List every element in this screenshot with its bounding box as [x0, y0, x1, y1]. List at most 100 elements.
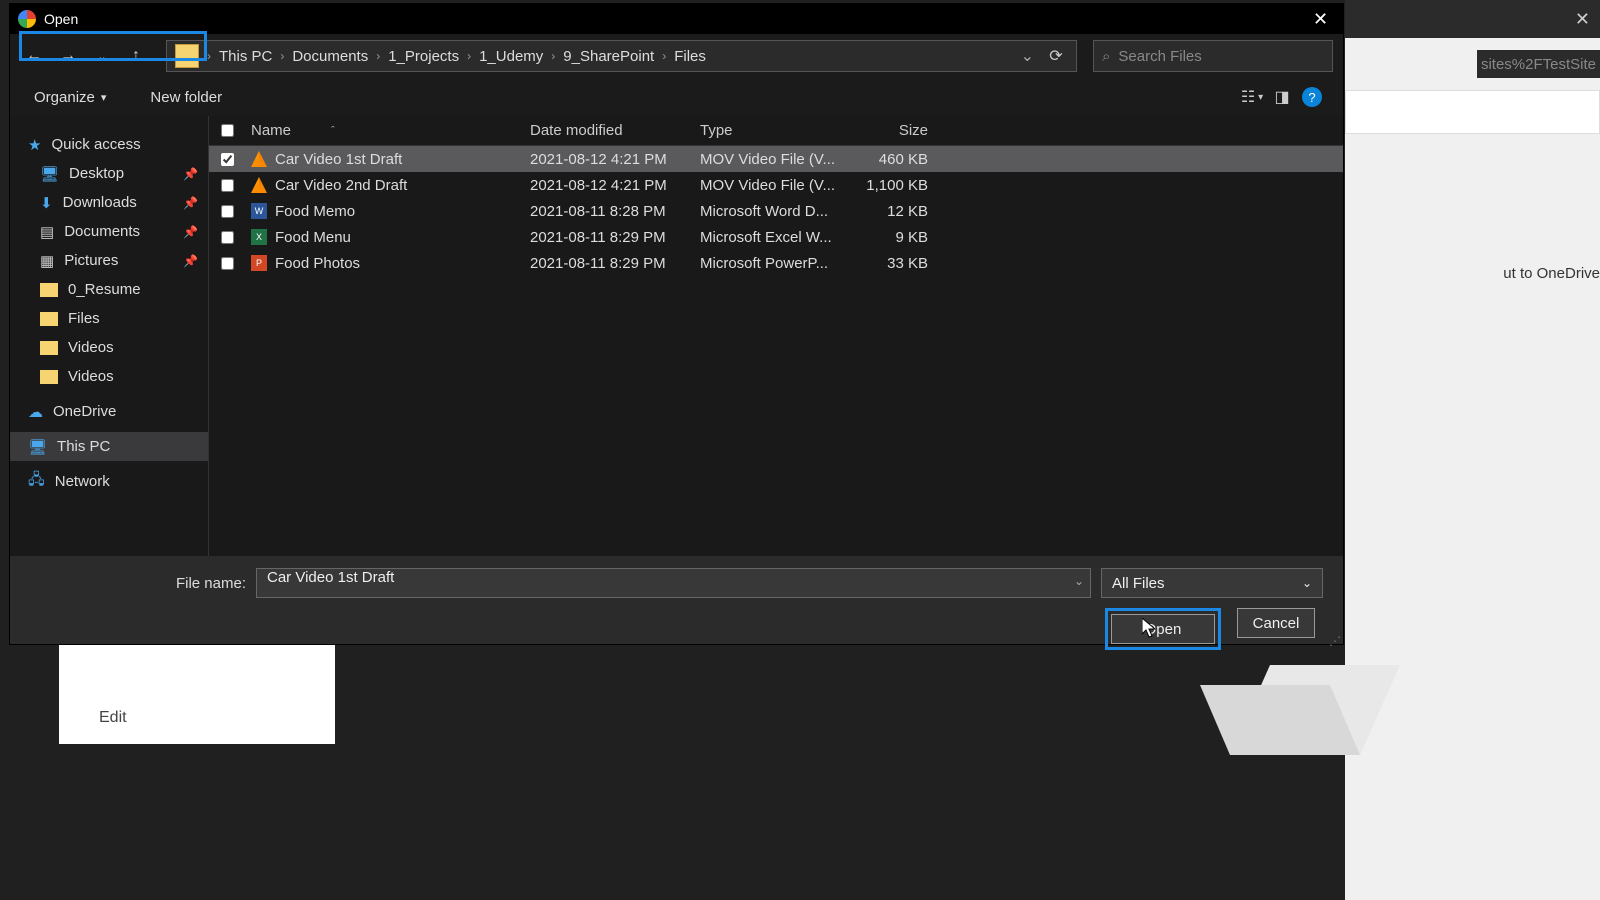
row-checkbox[interactable] — [209, 179, 245, 192]
close-icon[interactable]: ✕ — [1298, 9, 1343, 30]
pc-icon: 🖥 — [28, 438, 47, 456]
file-row[interactable]: W Food Memo 2021-08-11 8:28 PMMicrosoft Wo… — [209, 198, 1343, 224]
background-folder-art — [1190, 635, 1440, 765]
file-name: Food Photos — [275, 255, 360, 272]
column-type[interactable]: Type — [700, 122, 848, 139]
file-name: Car Video 1st Draft — [275, 151, 402, 168]
column-name[interactable]: Nameˆ — [245, 122, 530, 139]
pin-icon: 📌 — [183, 254, 198, 268]
new-folder-button[interactable]: New folder — [142, 85, 230, 110]
sidebar-folder[interactable]: Videos — [10, 362, 208, 391]
breadcrumb-item[interactable]: Files — [666, 48, 714, 65]
file-type: Microsoft PowerP... — [700, 255, 848, 272]
organize-button[interactable]: Organize▾ — [26, 85, 114, 110]
star-icon: ★ — [28, 136, 41, 154]
column-size[interactable]: Size — [848, 122, 938, 139]
column-date[interactable]: Date modified — [530, 122, 700, 139]
filename-input[interactable]: Car Video 1st Draft⌄ — [256, 568, 1091, 598]
sidebar-downloads[interactable]: ⬇Downloads📌 — [10, 188, 208, 217]
file-size: 12 KB — [848, 203, 938, 220]
sidebar-desktop[interactable]: 🖥Desktop📌 — [10, 159, 208, 188]
help-icon[interactable]: ? — [1297, 83, 1327, 111]
file-list: Nameˆ Date modified Type Size Car Video … — [208, 116, 1343, 556]
sidebar-quick-access[interactable]: ★Quick access — [10, 130, 208, 159]
sidebar-folder[interactable]: 0_Resume — [10, 275, 208, 304]
background-left-nav: Recycle Bin Edit — [59, 640, 335, 744]
breadcrumb-item[interactable]: 1_Projects — [380, 48, 467, 65]
background-close-icon[interactable]: ✕ — [1575, 9, 1590, 30]
file-type-icon: P — [251, 255, 267, 271]
column-headers: Nameˆ Date modified Type Size — [209, 116, 1343, 146]
forward-button[interactable]: → — [54, 42, 82, 70]
search-placeholder: Search Files — [1118, 48, 1201, 65]
file-date: 2021-08-12 4:21 PM — [530, 177, 700, 194]
background-nav-edit[interactable]: Edit — [59, 692, 335, 744]
sidebar-documents[interactable]: ▤Documents📌 — [10, 217, 208, 246]
nav-bar: ← → ⌄ ↑ › This PC› Documents› 1_Projects… — [10, 34, 1343, 78]
file-date: 2021-08-11 8:29 PM — [530, 255, 700, 272]
file-type: Microsoft Excel W... — [700, 229, 848, 246]
folder-icon — [40, 341, 58, 355]
file-name: Food Memo — [275, 203, 355, 220]
folder-icon — [175, 44, 199, 68]
breadcrumb-item[interactable]: Documents — [284, 48, 376, 65]
sort-up-icon: ˆ — [331, 125, 335, 137]
chevron-down-icon: ▾ — [101, 91, 107, 104]
breadcrumb-item[interactable]: This PC — [211, 48, 280, 65]
breadcrumb-dropdown-icon[interactable]: ⌄ — [1021, 46, 1034, 66]
sidebar-onedrive[interactable]: ☁OneDrive — [10, 397, 208, 426]
breadcrumb-item[interactable]: 1_Udemy — [471, 48, 551, 65]
row-checkbox[interactable] — [209, 153, 245, 166]
view-options-icon[interactable]: ☷ ▾ — [1237, 83, 1267, 111]
file-open-dialog: Open ✕ ← → ⌄ ↑ › This PC› Documents› 1_P… — [10, 4, 1343, 644]
file-row[interactable]: Car Video 2nd Draft 2021-08-12 4:21 PMMOV… — [209, 172, 1343, 198]
resize-grip-icon[interactable]: ⋰ — [1329, 634, 1339, 648]
sidebar-pictures[interactable]: ▦Pictures📌 — [10, 246, 208, 275]
search-icon: ⌕ — [1102, 48, 1110, 65]
file-type: MOV Video File (V... — [700, 151, 848, 168]
document-icon: ▤ — [40, 223, 54, 241]
background-onedrive-text: ut to OneDrive — [1503, 265, 1600, 282]
chrome-icon — [18, 10, 36, 28]
row-checkbox[interactable] — [209, 205, 245, 218]
sidebar-folder[interactable]: Videos — [10, 333, 208, 362]
breadcrumb-item[interactable]: 9_SharePoint — [555, 48, 662, 65]
refresh-icon[interactable]: ⟳ — [1042, 46, 1070, 66]
sidebar-this-pc[interactable]: 🖥This PC — [10, 432, 208, 461]
dialog-titlebar: Open ✕ — [10, 4, 1343, 34]
file-name: Car Video 2nd Draft — [275, 177, 407, 194]
file-size: 33 KB — [848, 255, 938, 272]
pictures-icon: ▦ — [40, 252, 54, 270]
file-row[interactable]: XFood Menu2021-08-11 8:29 PMMicrosoft Ex… — [209, 224, 1343, 250]
up-button[interactable]: ↑ — [122, 42, 150, 70]
file-date: 2021-08-11 8:28 PM — [530, 203, 700, 220]
cancel-button[interactable]: Cancel — [1237, 608, 1315, 638]
folder-icon — [40, 312, 58, 326]
back-button[interactable]: ← — [20, 42, 48, 70]
sidebar-network[interactable]: 🖧Network — [10, 467, 208, 496]
row-checkbox[interactable] — [209, 231, 245, 244]
recent-dropdown-icon[interactable]: ⌄ — [88, 42, 116, 70]
row-checkbox[interactable] — [209, 257, 245, 270]
sidebar-folder[interactable]: Files — [10, 304, 208, 333]
search-input[interactable]: ⌕ Search Files — [1093, 40, 1333, 72]
file-size: 460 KB — [848, 151, 938, 168]
breadcrumb-bar[interactable]: › This PC› Documents› 1_Projects› 1_Udem… — [166, 40, 1077, 72]
sidebar: ★Quick access 🖥Desktop📌 ⬇Downloads📌 ▤Doc… — [10, 116, 208, 556]
filename-label: File name: — [30, 575, 246, 592]
file-type-icon: W — [251, 203, 267, 219]
file-type-filter[interactable]: All Files⌄ — [1101, 568, 1323, 598]
background-url-fragment: sites%2FTestSite — [1477, 50, 1600, 78]
select-all-checkbox[interactable] — [209, 124, 245, 137]
file-type: Microsoft Word D... — [700, 203, 848, 220]
file-row[interactable]: P Food Photos 2021-08-11 8:29 PMMicrosoft … — [209, 250, 1343, 276]
dialog-body: ★Quick access 🖥Desktop📌 ⬇Downloads📌 ▤Doc… — [10, 116, 1343, 556]
chevron-down-icon[interactable]: ⌄ — [1074, 574, 1084, 588]
file-type: MOV Video File (V... — [700, 177, 848, 194]
file-row[interactable]: Car Video 1st Draft2021-08-12 4:21 PMMOV… — [209, 146, 1343, 172]
file-type-icon — [251, 151, 267, 167]
preview-pane-icon[interactable]: ◨ — [1267, 83, 1297, 111]
chevron-down-icon: ⌄ — [1302, 576, 1312, 590]
background-toolbar — [1345, 90, 1600, 134]
open-button[interactable]: Open — [1111, 614, 1215, 644]
